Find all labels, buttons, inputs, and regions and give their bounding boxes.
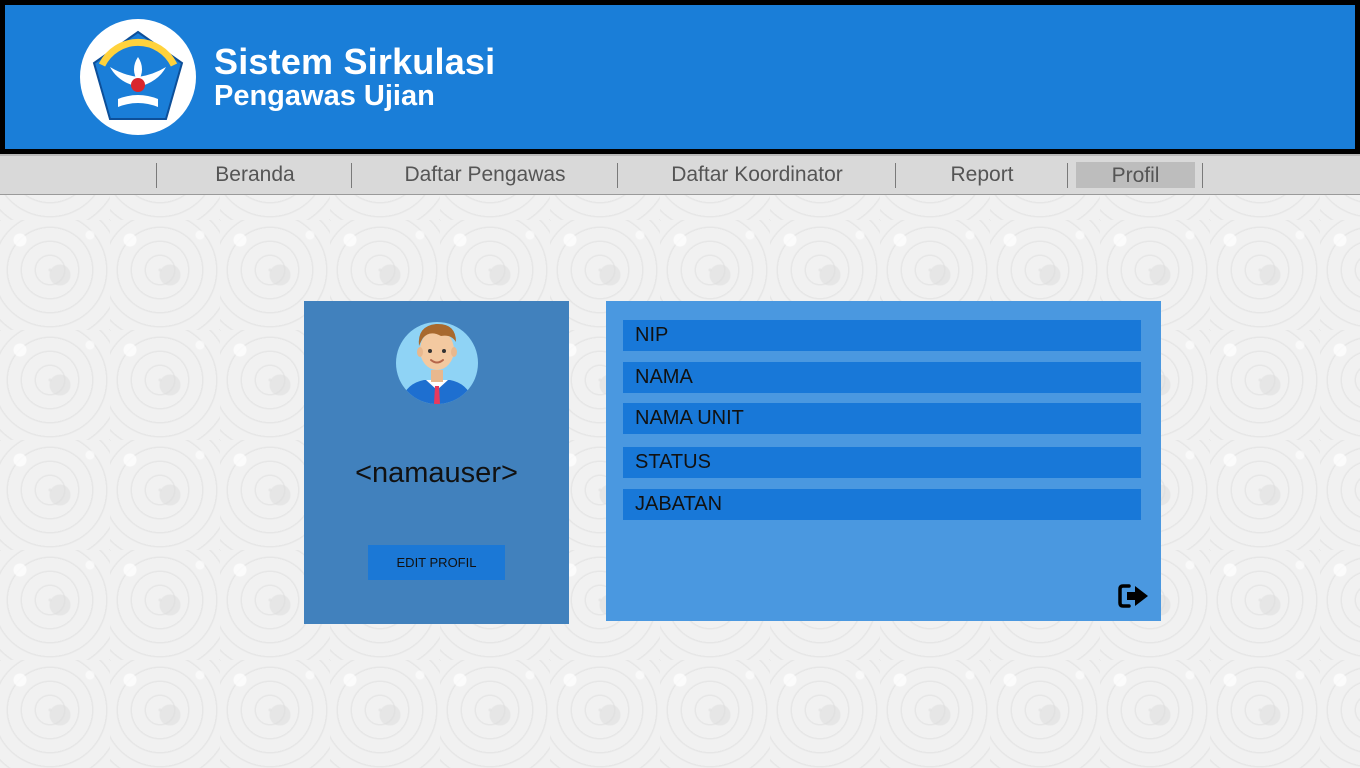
tut-wuri-handayani-logo xyxy=(80,19,196,135)
nav-divider xyxy=(351,163,352,188)
nav-divider xyxy=(156,163,157,188)
app-header: Sistem Sirkulasi Pengawas Ujian xyxy=(0,0,1360,154)
logo-emblem-icon xyxy=(92,30,184,120)
app-title: Sistem Sirkulasi xyxy=(214,41,496,82)
main-nav: Beranda Daftar Pengawas Daftar Koordinat… xyxy=(0,154,1360,195)
nama-unit-field[interactable]: NAMA UNIT xyxy=(623,403,1141,434)
edit-profile-button[interactable]: EDIT PROFIL xyxy=(368,545,505,580)
nip-field[interactable]: NIP xyxy=(623,320,1141,351)
nav-divider xyxy=(617,163,618,188)
status-field[interactable]: STATUS xyxy=(623,447,1141,478)
nama-field[interactable]: NAMA xyxy=(623,362,1141,393)
nav-item-daftar-koordinator[interactable]: Daftar Koordinator xyxy=(621,160,893,190)
nav-item-daftar-pengawas[interactable]: Daftar Pengawas xyxy=(355,160,615,190)
user-avatar-icon xyxy=(396,322,478,404)
profile-info-card: NIP NAMA NAMA UNIT STATUS JABATAN xyxy=(606,301,1161,621)
app-subtitle: Pengawas Ujian xyxy=(214,80,435,112)
nav-divider xyxy=(1067,163,1068,188)
nav-divider xyxy=(1202,163,1203,188)
nav-item-report[interactable]: Report xyxy=(899,160,1065,190)
sign-out-icon[interactable] xyxy=(1117,583,1149,609)
nav-item-profil[interactable]: Profil xyxy=(1076,162,1195,188)
profile-card: <namauser> EDIT PROFIL xyxy=(304,301,569,624)
nav-divider xyxy=(895,163,896,188)
nav-item-beranda[interactable]: Beranda xyxy=(160,160,350,190)
jabatan-field[interactable]: JABATAN xyxy=(623,489,1141,520)
username-label: <namauser> xyxy=(355,457,518,489)
